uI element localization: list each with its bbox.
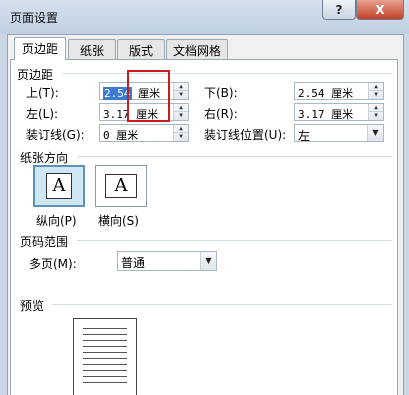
left-margin-value[interactable]: 3.17 [103, 108, 130, 121]
spin-up-icon[interactable]: ▲ [369, 104, 383, 112]
preview-text-line [83, 370, 127, 371]
spin-down-icon[interactable]: ▼ [174, 91, 188, 99]
gutter-value[interactable]: 0 厘米 [103, 127, 138, 143]
tab-layout[interactable]: 版式 [117, 39, 165, 59]
gutter-position-select[interactable]: 左 ▼ [294, 124, 384, 143]
orientation-section-title: 纸张方向 [20, 151, 69, 165]
preview-text-line [83, 328, 127, 329]
landscape-button[interactable]: A [95, 165, 147, 207]
highlight-box [127, 70, 170, 122]
right-margin-stepper[interactable]: 3.17 厘米 ▲ ▼ [294, 103, 384, 121]
spin-arrows[interactable]: ▲ ▼ [173, 104, 188, 120]
landscape-page-icon: A [105, 174, 137, 198]
chevron-down-icon[interactable]: ▼ [200, 252, 216, 270]
help-button[interactable]: ? [322, 0, 356, 20]
section-divider [62, 73, 392, 74]
section-divider [77, 240, 392, 241]
spin-up-icon[interactable]: ▲ [174, 104, 188, 112]
right-margin-value[interactable]: 3.17 厘米 [298, 106, 353, 122]
preview-page [73, 318, 137, 395]
gutter-stepper[interactable]: 0 厘米 ▲ ▼ [99, 124, 189, 142]
tab-margins[interactable]: 页边距 [14, 37, 66, 60]
preview-text-line [83, 340, 127, 341]
window-title: 页面设置 [10, 11, 59, 25]
top-margin-label: 上(T): [26, 86, 59, 100]
portrait-button[interactable]: A [33, 165, 85, 207]
gutter-position-value: 左 [298, 129, 311, 143]
spin-arrows[interactable]: ▲ ▼ [368, 83, 383, 99]
preview-text-line [83, 376, 127, 377]
chevron-down-icon[interactable]: ▼ [367, 125, 383, 141]
spin-arrows[interactable]: ▲ ▼ [173, 125, 188, 141]
section-divider [77, 156, 392, 157]
pages-section-title: 页码范围 [20, 235, 69, 249]
tab-paper[interactable]: 纸张 [68, 39, 116, 59]
section-divider [52, 304, 392, 305]
preview-text-line [83, 358, 127, 359]
spin-up-icon[interactable]: ▲ [174, 83, 188, 91]
multiple-pages-value: 普通 [121, 256, 146, 270]
spin-up-icon[interactable]: ▲ [369, 83, 383, 91]
tab-document-grid[interactable]: 文档网格 [166, 39, 228, 59]
gutter-position-label: 装订线位置(U): [204, 128, 287, 142]
spin-down-icon[interactable]: ▼ [369, 112, 383, 120]
spin-down-icon[interactable]: ▼ [174, 133, 188, 141]
spin-arrows[interactable]: ▲ ▼ [368, 104, 383, 120]
bottom-margin-label: 下(B): [204, 86, 238, 100]
spin-down-icon[interactable]: ▼ [174, 112, 188, 120]
close-button[interactable]: X [356, 0, 404, 20]
left-margin-label: 左(L): [26, 107, 59, 121]
spin-arrows[interactable]: ▲ ▼ [173, 83, 188, 99]
preview-text-line [83, 364, 127, 365]
landscape-label[interactable]: 横向(S) [98, 212, 139, 229]
spin-down-icon[interactable]: ▼ [369, 91, 383, 99]
preview-text-line [83, 352, 127, 353]
preview-text-line [83, 346, 127, 347]
preview-section-title: 预览 [20, 299, 45, 313]
portrait-page-icon: A [46, 173, 72, 199]
margins-section-title: 页边距 [17, 68, 54, 82]
bottom-margin-value[interactable]: 2.54 厘米 [298, 85, 353, 101]
preview-text-line [83, 334, 127, 335]
multiple-pages-select[interactable]: 普通 ▼ [117, 251, 217, 271]
bottom-margin-stepper[interactable]: 2.54 厘米 ▲ ▼ [294, 82, 384, 100]
multiple-pages-label: 多页(M): [29, 257, 77, 271]
preview-text-line [83, 382, 127, 383]
gutter-label: 装订线(G): [26, 128, 85, 142]
spin-up-icon[interactable]: ▲ [174, 125, 188, 133]
portrait-label[interactable]: 纵向(P) [36, 212, 77, 229]
right-margin-label: 右(R): [204, 107, 238, 121]
